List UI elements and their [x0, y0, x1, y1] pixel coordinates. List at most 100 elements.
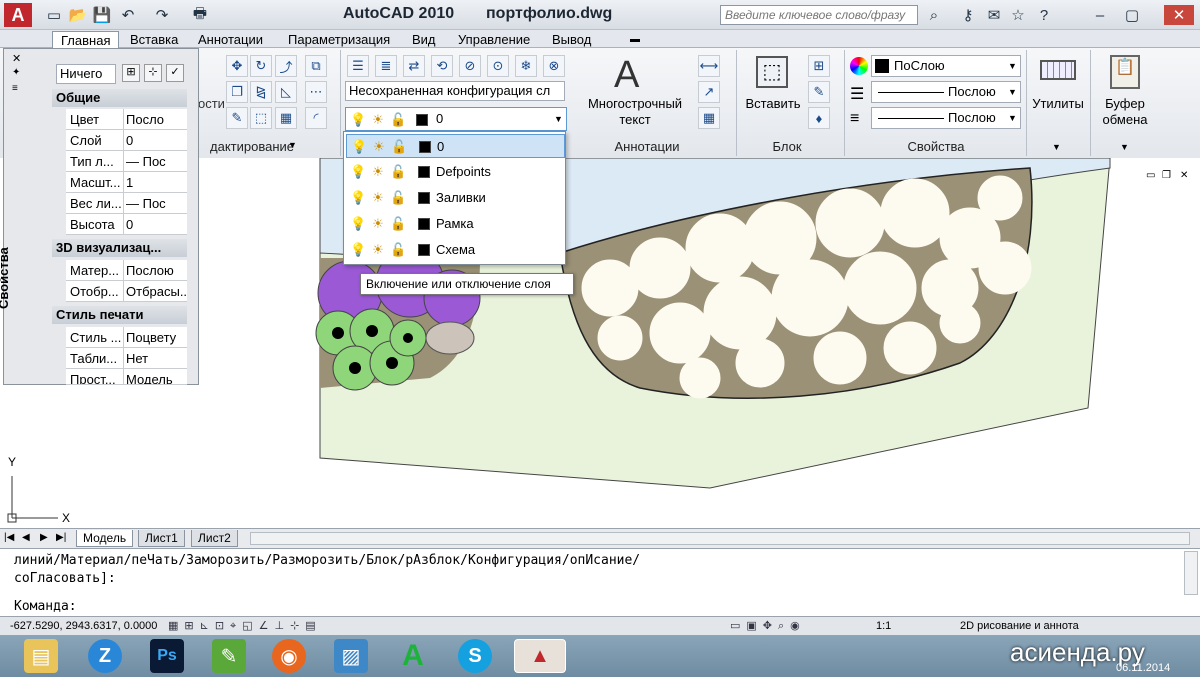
- tab-sheet1[interactable]: Лист1: [138, 530, 185, 547]
- mtext-button[interactable]: Многострочный текст: [582, 96, 688, 128]
- command-window[interactable]: линий/Материал/пеЧать/Заморозить/Разморо…: [0, 548, 1200, 616]
- lock-icon[interactable]: 🔓: [390, 190, 406, 206]
- block-group-label[interactable]: Блок: [742, 138, 832, 156]
- linear-dimension-icon[interactable]: ⟷: [698, 55, 720, 77]
- chevron-down-icon[interactable]: ▼: [1008, 82, 1017, 102]
- command-prompt[interactable]: Команда:: [14, 599, 77, 614]
- insert-button[interactable]: Вставить: [742, 96, 804, 111]
- tab-model[interactable]: Модель: [76, 530, 134, 547]
- coordinates[interactable]: -627.5290, 2943.6317, 0.0000: [10, 617, 157, 635]
- bulb-icon[interactable]: 💡: [351, 139, 367, 155]
- command-scrollbar[interactable]: [1184, 551, 1198, 595]
- search-input[interactable]: Введите ключевое слово/фразу: [720, 5, 918, 25]
- bulb-icon[interactable]: 💡: [350, 216, 366, 232]
- clipboard-button[interactable]: Буфер обмена: [1094, 96, 1156, 128]
- print-icon[interactable]: 🖶: [190, 5, 210, 25]
- explode-icon[interactable]: ⋯: [305, 81, 327, 103]
- clipboard-chevron-icon[interactable]: ▼: [1120, 142, 1129, 152]
- tab-nav-prev-icon[interactable]: ◀: [22, 532, 30, 543]
- sun-icon[interactable]: ☀: [370, 190, 386, 206]
- property-row[interactable]: Масшт... 1: [66, 172, 187, 193]
- offset-icon[interactable]: ⧉: [305, 55, 327, 77]
- firefox-icon[interactable]: ◉: [272, 639, 306, 673]
- layer-dropdown[interactable]: 💡 ☀ 🔓 0 💡 ☀ 🔓 Defpoints 💡 ☀ 🔓 Заливки 💡 …: [343, 131, 566, 265]
- property-row[interactable]: Слой 0: [66, 130, 187, 151]
- scale-icon[interactable]: ⬚: [250, 107, 272, 129]
- layer-item[interactable]: 💡 ☀ 🔓 0: [346, 134, 565, 158]
- ruler-icon[interactable]: [1040, 60, 1076, 80]
- properties-palette[interactable]: ✕ ✦ ≡ Свойства Ничего ⊞ ⊹ ✓ Общие Цвет По…: [0, 48, 199, 385]
- sun-icon[interactable]: ☀: [370, 216, 386, 232]
- skype-icon[interactable]: S: [458, 639, 492, 673]
- tab-manage[interactable]: Управление: [450, 31, 538, 48]
- trim-icon[interactable]: ⤴: [275, 55, 297, 77]
- key-icon[interactable]: ⚷: [958, 5, 978, 25]
- layer-item[interactable]: 💡 ☀ 🔓 Defpoints: [346, 160, 565, 184]
- layer-item[interactable]: 💡 ☀ 🔓 Рамка: [346, 212, 565, 236]
- color-wheel-icon[interactable]: [850, 57, 868, 75]
- lock-icon[interactable]: 🔓: [390, 164, 406, 180]
- edit-polyline-icon[interactable]: ◜: [305, 107, 327, 129]
- clipboard-icon[interactable]: 📋: [1110, 55, 1140, 89]
- property-row[interactable]: Табли... Нет: [66, 348, 187, 369]
- undo-icon[interactable]: ↶: [118, 5, 138, 25]
- communication-icon[interactable]: ✉: [984, 5, 1004, 25]
- lock-icon[interactable]: 🔓: [390, 216, 406, 232]
- linetype-icon[interactable]: ☰: [850, 84, 864, 104]
- attribute-icon[interactable]: ♦: [808, 107, 830, 129]
- palette-close-icon[interactable]: ✕: [12, 52, 21, 65]
- linetype-select[interactable]: Послою ▼: [871, 81, 1021, 103]
- stretch-icon[interactable]: ✎: [226, 107, 248, 129]
- select-objects-icon[interactable]: ⊹: [144, 64, 162, 82]
- sun-icon[interactable]: ☀: [370, 164, 386, 180]
- layer-state-select[interactable]: Несохраненная конфигурация сл: [345, 81, 565, 101]
- move-icon[interactable]: ✥: [226, 55, 248, 77]
- annotations-group-label[interactable]: Аннотации: [582, 138, 712, 156]
- section-plot-style[interactable]: Стиль печати: [52, 306, 187, 324]
- lock-icon[interactable]: 🔓: [391, 139, 407, 155]
- lock-icon[interactable]: 🔓: [390, 112, 406, 128]
- selection-select[interactable]: Ничего: [56, 64, 116, 84]
- lineweight-select[interactable]: Послою ▼: [871, 107, 1021, 129]
- property-row[interactable]: Стиль ... Поцвету: [66, 327, 187, 348]
- edit-group-arrow-icon[interactable]: ▼: [288, 140, 297, 150]
- create-block-icon[interactable]: ⊞: [808, 55, 830, 77]
- explorer-icon[interactable]: ▤: [24, 639, 58, 673]
- sun-icon[interactable]: ☀: [370, 112, 386, 128]
- property-row[interactable]: Матер... Послою: [66, 260, 187, 281]
- bulb-icon[interactable]: 💡: [350, 112, 366, 128]
- autocad-2010-icon[interactable]: ▲: [514, 639, 566, 673]
- layer-unisolate-icon[interactable]: ⊙: [487, 55, 509, 77]
- layer-previous-icon[interactable]: ⟲: [431, 55, 453, 77]
- property-row[interactable]: Цвет Посло: [66, 109, 187, 130]
- bulb-icon[interactable]: 💡: [350, 164, 366, 180]
- section-general[interactable]: Общие: [52, 89, 187, 107]
- tab-nav-first-icon[interactable]: |◀: [4, 532, 14, 543]
- tab-parametric[interactable]: Параметризация: [280, 31, 398, 48]
- viewport-restore-icon[interactable]: ❐: [1162, 170, 1171, 181]
- sun-icon[interactable]: ☀: [370, 242, 386, 258]
- pickadd-icon[interactable]: ✓: [166, 64, 184, 82]
- edit-block-icon[interactable]: ✎: [808, 81, 830, 103]
- palette-menu-icon[interactable]: ≡: [12, 83, 18, 94]
- rotate-icon[interactable]: ↻: [250, 55, 272, 77]
- property-row[interactable]: Отобр... Отбрасы...: [66, 281, 187, 302]
- chevron-down-icon[interactable]: ▼: [1008, 108, 1017, 128]
- layer-properties-icon[interactable]: ☰: [347, 55, 369, 77]
- tab-output[interactable]: Вывод: [544, 31, 599, 48]
- tab-sheet2[interactable]: Лист2: [191, 530, 238, 547]
- favorites-icon[interactable]: ☆: [1008, 5, 1028, 25]
- palette-autohide-icon[interactable]: ✦: [12, 67, 20, 78]
- layer-item[interactable]: 💡 ☀ 🔓 Заливки: [346, 186, 565, 210]
- chevron-down-icon[interactable]: ▼: [1008, 56, 1017, 76]
- bulb-icon[interactable]: 💡: [350, 242, 366, 258]
- new-file-icon[interactable]: ▭: [44, 5, 64, 25]
- layer-off-icon[interactable]: ⊗: [543, 55, 565, 77]
- section-3d-visualization[interactable]: 3D визуализац...: [52, 239, 187, 257]
- tab-view[interactable]: Вид: [404, 31, 444, 48]
- layer-state-icon[interactable]: ≣: [375, 55, 397, 77]
- property-row[interactable]: Вес ли... — Пос: [66, 193, 187, 214]
- copy-icon[interactable]: ❐: [226, 81, 248, 103]
- insert-block-icon[interactable]: ⬚: [756, 56, 788, 88]
- layer-freeze-icon[interactable]: ❄: [515, 55, 537, 77]
